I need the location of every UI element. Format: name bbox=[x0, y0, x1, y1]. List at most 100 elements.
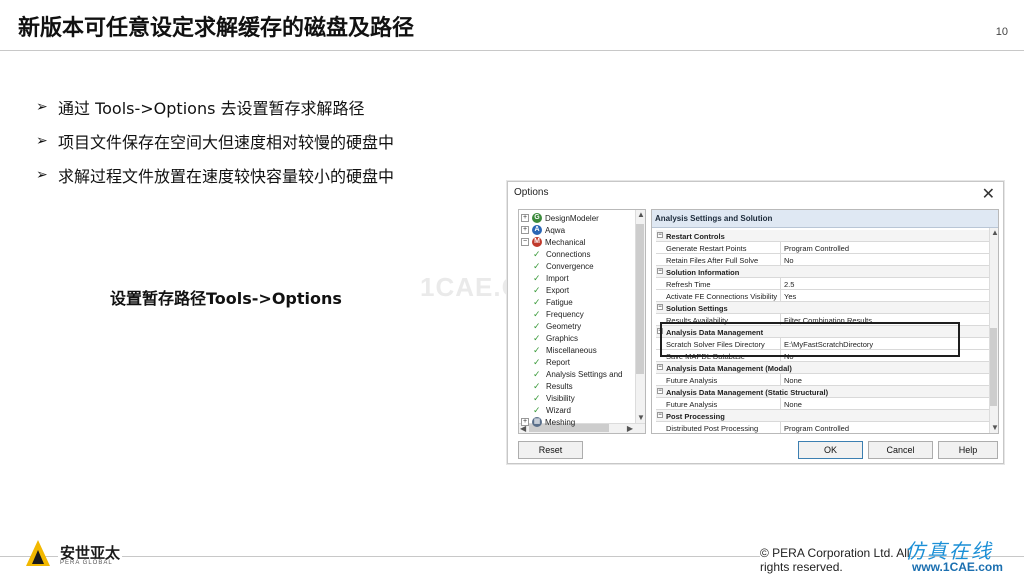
property-value[interactable]: Yes bbox=[784, 292, 796, 301]
property-section[interactable]: − Solution Information bbox=[656, 266, 990, 278]
module-icon: G bbox=[532, 213, 542, 223]
tree-item[interactable]: ✓ Wizard bbox=[533, 404, 571, 416]
property-name-cell: Refresh Time bbox=[663, 278, 781, 290]
check-icon: ✓ bbox=[533, 345, 541, 355]
property-name-cell: Future Analysis bbox=[663, 374, 781, 386]
tree-item-label: Geometry bbox=[546, 321, 582, 331]
cancel-button[interactable]: Cancel bbox=[868, 441, 933, 459]
bullet-item: ➢ 求解过程文件放置在速度较快容量较小的硬盘中 bbox=[36, 158, 394, 192]
scroll-thumb[interactable] bbox=[636, 224, 644, 374]
collapse-icon[interactable]: − bbox=[657, 232, 663, 238]
tree-item[interactable]: ✓ Report bbox=[533, 356, 570, 368]
tree-item[interactable]: ✓ Analysis Settings and bbox=[533, 368, 623, 380]
property-row[interactable]: Retain Files After Full Solve No bbox=[656, 254, 990, 266]
tree-item[interactable]: + ▦ Meshing bbox=[521, 416, 575, 428]
help-button[interactable]: Help bbox=[938, 441, 998, 459]
property-name: Future Analysis bbox=[666, 400, 718, 409]
property-value[interactable]: Program Controlled bbox=[784, 424, 849, 433]
check-icon: ✓ bbox=[533, 321, 541, 331]
collapse-icon[interactable]: − bbox=[657, 388, 663, 394]
check-icon: ✓ bbox=[533, 273, 541, 283]
properties-header: Analysis Settings and Solution bbox=[652, 210, 998, 228]
scroll-up-icon[interactable]: ▲ bbox=[637, 210, 645, 220]
bullet-item: ➢ 通过 Tools->Options 去设置暂存求解路径 bbox=[36, 90, 394, 124]
tree-vertical-scrollbar[interactable]: ▲ ▼ bbox=[635, 210, 645, 433]
property-row[interactable]: Refresh Time 2.5 bbox=[656, 278, 990, 290]
arrow-bullet-icon: ➢ bbox=[36, 99, 48, 115]
options-tree: ▲ ▼ ◀ ▶ + G DesignModeler + A Aqwa − M Mechanica… bbox=[518, 209, 646, 434]
check-icon: ✓ bbox=[533, 261, 541, 271]
expander-icon[interactable]: + bbox=[521, 226, 529, 234]
scroll-down-icon[interactable]: ▼ bbox=[637, 413, 645, 423]
tree-item-label: Wizard bbox=[546, 405, 571, 415]
tree-item[interactable]: ✓ Frequency bbox=[533, 308, 584, 320]
property-section[interactable]: − Analysis Data Management (Modal) bbox=[656, 362, 990, 374]
property-section[interactable]: − Restart Controls bbox=[656, 230, 990, 242]
options-dialog: Options ✕ ▲ ▼ ◀ ▶ + G DesignModeler + A Aqwa −… bbox=[507, 181, 1004, 464]
expander-icon[interactable]: + bbox=[521, 214, 529, 222]
tree-item[interactable]: ✓ Convergence bbox=[533, 260, 594, 272]
bullet-text: 项目文件保存在空间大但速度相对较慢的硬盘中 bbox=[58, 133, 395, 152]
property-name-cell: Retain Files After Full Solve bbox=[663, 254, 781, 266]
tree-item[interactable]: ✓ Visibility bbox=[533, 392, 575, 404]
tree-item-label: Report bbox=[546, 357, 571, 367]
expander-icon[interactable]: − bbox=[521, 238, 529, 246]
property-value[interactable]: Program Controlled bbox=[784, 244, 849, 253]
close-icon[interactable]: ✕ bbox=[982, 184, 995, 204]
property-section[interactable]: − Solution Settings bbox=[656, 302, 990, 314]
section-label: Restart Controls bbox=[666, 232, 725, 241]
property-row[interactable]: Generate Restart Points Program Controlle… bbox=[656, 242, 990, 254]
property-name: Refresh Time bbox=[666, 280, 711, 289]
reset-button[interactable]: Reset bbox=[518, 441, 583, 459]
tree-item[interactable]: ✓ Fatigue bbox=[533, 296, 573, 308]
section-label: Solution Information bbox=[666, 268, 740, 277]
scroll-thumb[interactable] bbox=[990, 328, 997, 406]
property-value[interactable]: No bbox=[784, 256, 794, 265]
property-value[interactable]: None bbox=[784, 400, 802, 409]
property-row[interactable]: Activate FE Connections Visibility Yes bbox=[656, 290, 990, 302]
property-name-cell: Generate Restart Points bbox=[663, 242, 781, 254]
property-name-cell: Future Analysis bbox=[663, 398, 781, 410]
scroll-up-icon[interactable]: ▲ bbox=[991, 228, 998, 238]
tree-item-label: Visibility bbox=[546, 393, 575, 403]
tree-item[interactable]: + G DesignModeler bbox=[521, 212, 599, 224]
scroll-right-icon[interactable]: ▶ bbox=[627, 424, 633, 433]
property-value[interactable]: None bbox=[784, 376, 802, 385]
tree-item-label: Aqwa bbox=[545, 225, 566, 235]
tree-item[interactable]: ✓ Geometry bbox=[533, 320, 581, 332]
tree-item[interactable]: ✓ Connections bbox=[533, 248, 590, 260]
property-row[interactable]: Future Analysis None bbox=[656, 374, 990, 386]
ok-button[interactable]: OK bbox=[798, 441, 863, 459]
properties-vertical-scrollbar[interactable]: ▲ ▼ bbox=[989, 228, 998, 433]
expander-icon[interactable]: + bbox=[521, 418, 529, 426]
collapse-icon[interactable]: − bbox=[657, 268, 663, 274]
property-value[interactable]: 2.5 bbox=[784, 280, 794, 289]
property-section[interactable]: − Post Processing bbox=[656, 410, 990, 422]
property-row[interactable]: Future Analysis None bbox=[656, 398, 990, 410]
tree-item[interactable]: ✓ Import bbox=[533, 272, 569, 284]
tree-item-label: Connections bbox=[546, 249, 591, 259]
check-icon: ✓ bbox=[533, 309, 541, 319]
module-icon: M bbox=[532, 237, 542, 247]
tree-item[interactable]: ✓ Graphics bbox=[533, 332, 578, 344]
collapse-icon[interactable]: − bbox=[657, 412, 663, 418]
tree-item-label: Miscellaneous bbox=[546, 345, 597, 355]
company-logo: 安世亚太 PERA GLOBAL bbox=[24, 538, 154, 572]
title-divider bbox=[0, 50, 1024, 51]
module-icon: ▦ bbox=[532, 417, 542, 427]
collapse-icon[interactable]: − bbox=[657, 364, 663, 370]
check-icon: ✓ bbox=[533, 405, 541, 415]
tree-item[interactable]: + A Aqwa bbox=[521, 224, 565, 236]
tree-item-label: Meshing bbox=[545, 417, 576, 427]
tree-item[interactable]: ✓ Results bbox=[533, 380, 573, 392]
collapse-icon[interactable]: − bbox=[657, 304, 663, 310]
arrow-bullet-icon: ➢ bbox=[36, 133, 48, 149]
property-row[interactable]: Distributed Post Processing Program Contr… bbox=[656, 422, 990, 433]
tree-item[interactable]: ✓ Export bbox=[533, 284, 569, 296]
scroll-down-icon[interactable]: ▼ bbox=[991, 423, 998, 433]
tree-item-label: Mechanical bbox=[545, 237, 586, 247]
tree-item[interactable]: − M Mechanical bbox=[521, 236, 585, 248]
property-section[interactable]: − Analysis Data Management (Static Struct… bbox=[656, 386, 990, 398]
tree-item[interactable]: ✓ Miscellaneous bbox=[533, 344, 597, 356]
section-label: Post Processing bbox=[666, 412, 725, 421]
